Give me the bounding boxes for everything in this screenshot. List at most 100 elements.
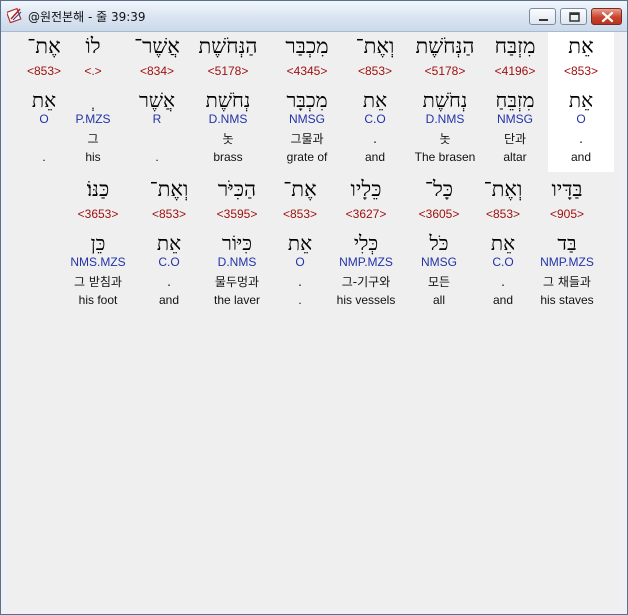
word-heb: אֲשֶׁר־ (134, 34, 180, 58)
word-eng: and (492, 293, 514, 307)
word-kor: . (579, 132, 583, 146)
word-lemma: נְחֹשֶׁת (422, 88, 468, 112)
word-kor: 그 받침과 (74, 275, 122, 289)
word-kor: 놋 (222, 132, 234, 146)
word-cell[interactable]: וְאֶת־ <853> אֵת C.O. and (342, 32, 408, 172)
word-eng: his staves (540, 293, 594, 307)
word-lemma: אֵת (568, 88, 594, 112)
word-morph: NMP.MZS (339, 255, 393, 269)
word-strong: <834> (139, 64, 175, 78)
app-logo-icon (5, 7, 23, 24)
word-morph: NMSG (497, 112, 533, 126)
word-lemma: אֵת (156, 231, 182, 255)
word-eng: brass (213, 150, 243, 164)
word-lemma: מִכְבָּר (286, 88, 328, 112)
word-morph: O (576, 112, 586, 126)
word-heb: כַּנּוֹ׃ (86, 177, 110, 201)
word-strong: <4196> (494, 64, 536, 78)
interlinear-view[interactable]: אֶת־<853>אֵתO.לוֹ<.>ְP.MZS그hisאֲשֶׁר־<83… (7, 32, 619, 610)
word-strong: <905> (549, 207, 585, 221)
word-strong: <3627> (345, 207, 387, 221)
word-heb: וְאֶת־ (483, 177, 523, 201)
word-cell[interactable]: הַנְּחֹשֶׁת <5178> נְחֹשֶׁת D.NMS 놋 brass (195, 32, 261, 172)
word-kor: . (501, 275, 505, 289)
word-kor: . (298, 275, 302, 289)
word-eng: and (158, 293, 180, 307)
word-morph: NMS.MZS (70, 255, 126, 269)
word-eng: and (570, 150, 592, 164)
word-strong: <853> (563, 64, 599, 78)
word-eng: his foot (78, 293, 118, 307)
word-eng: grate of (286, 150, 328, 164)
word-strong: <853> (282, 207, 318, 221)
word-heb: הַנְּחֹשֶׁת (198, 34, 258, 58)
word-cell[interactable]: אֵת <853> אֵת O. and (548, 32, 614, 172)
word-morph: NMSG (289, 112, 325, 126)
word-lemma: נְחֹשֶׁת (205, 88, 251, 112)
word-cell[interactable]: מִכְבַּר <4345> מִכְבָּר NMSG 그물과 grate of (274, 32, 340, 172)
minimize-icon (539, 19, 548, 21)
word-heb: הַנְּחֹשֶׁת (415, 34, 475, 58)
word-cell[interactable]: וְאֶת־ <853> אֵת C.O. and (136, 175, 202, 315)
word-eng: . (155, 150, 159, 164)
word-lemma: ְ (60, 88, 126, 112)
word-heb: וְאֶת־ (149, 177, 189, 201)
word-morph: R (152, 112, 162, 126)
word-eng: his vessels (336, 293, 396, 307)
word-heb: אֵת (568, 34, 594, 58)
word-eng: all (432, 293, 445, 307)
word-strong: <853> (357, 64, 393, 78)
word-lemma: מִזְבֵּחַ (495, 88, 535, 112)
word-kor: 그물과 (290, 132, 324, 146)
word-morph: O (295, 255, 305, 269)
word-cell[interactable]: כָּל־ <3605> כֹּל NMSG 모든 all (406, 175, 472, 315)
word-lemma: בַּד (557, 231, 577, 255)
word-heb: כֵּלָיו (350, 177, 382, 201)
word-cell[interactable]: אֲשֶׁר־ <834> אֲשֶׁר R. (124, 32, 190, 172)
word-strong: <5178> (424, 64, 466, 78)
word-heb: אֶת־ (283, 177, 317, 201)
word-morph: C.O (364, 112, 386, 126)
word-lemma: כְּלִי (353, 231, 379, 255)
word-heb: בַּדָּיו (551, 177, 583, 201)
word-lemma: כֵּן (90, 231, 106, 255)
word-morph: D.NMS (208, 112, 248, 126)
word-cell[interactable]: וְאֶת־ <853> אֵת C.O. and (470, 175, 536, 315)
word-kor: . (167, 275, 171, 289)
word-heb: מִכְבַּר (285, 34, 329, 58)
word-eng: the laver (213, 293, 261, 307)
word-kor: 모든 (427, 275, 451, 289)
word-cell[interactable]: הַכִּיֹּר <3595> כִּיּוֹר D.NMS 물두멍과 the lave… (204, 175, 270, 315)
word-cell[interactable]: לוֹ <.>ְP.MZS 그 his (60, 32, 126, 172)
word-morph: C.O (492, 255, 514, 269)
maximize-button[interactable] (560, 8, 587, 25)
word-strong: <3595> (216, 207, 258, 221)
word-morph: NMP.MZS (540, 255, 594, 269)
word-cell[interactable]: כַּנּוֹ׃ <3653> כֵּן NMS.MZS 그 받침과 his foot (65, 175, 131, 315)
close-button[interactable] (591, 8, 622, 25)
word-cell[interactable]: כֵּלָיו <3627> כְּלִי NMP.MZS 그-기구와 his vesse… (333, 175, 399, 315)
minimize-button[interactable] (529, 8, 556, 25)
word-lemma: כִּיּוֹר (222, 231, 252, 255)
word-morph: P.MZS (75, 112, 111, 126)
word-eng: his (85, 150, 101, 164)
word-eng: altar (503, 150, 527, 164)
word-heb: לוֹ (85, 34, 101, 58)
word-eng: . (298, 293, 302, 307)
word-strong: <.> (84, 64, 102, 78)
word-strong: <4345> (286, 64, 328, 78)
word-cell[interactable]: הַנְּחֹשֶׁת <5178> נְחֹשֶׁת D.NMS 놋 The brase… (412, 32, 478, 172)
word-kor: 그 (87, 132, 99, 146)
title-bar[interactable]: @원전본해 - 줄 39:39 (1, 1, 627, 32)
word-morph: NMSG (421, 255, 457, 269)
word-strong: <853> (485, 207, 521, 221)
word-lemma: אֲשֶׁר (139, 88, 175, 112)
word-cell[interactable]: אֶת־ <853> אֵת O.. (267, 175, 333, 315)
word-lemma: כֹּל (429, 231, 449, 255)
word-kor: 단과 (503, 132, 527, 146)
word-morph: D.NMS (425, 112, 465, 126)
app-window: @원전본해 - 줄 39:39 אֶת־<853>אֵתO.לוֹ<.>ְP.M… (0, 0, 628, 615)
word-cell[interactable]: בַּדָּיו <905> בַּד NMP.MZS 그 채들과 his staves (534, 175, 600, 315)
word-cell[interactable]: מִזְבַּח <4196> מִזְבֵּחַ NMSG 단과 altar (482, 32, 548, 172)
window-title: @원전본해 - 줄 39:39 (28, 10, 146, 24)
